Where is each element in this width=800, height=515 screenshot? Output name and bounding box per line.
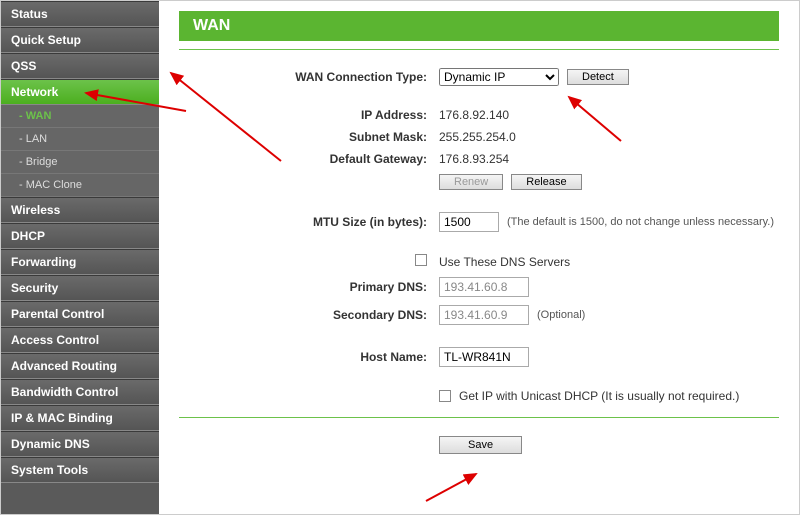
label-primary-dns: Primary DNS: <box>179 280 439 294</box>
label-wan-type: WAN Connection Type: <box>179 70 439 84</box>
label-gateway: Default Gateway: <box>179 152 439 166</box>
sidebar-item-advanced-routing[interactable]: Advanced Routing <box>1 353 159 379</box>
page-title: WAN <box>179 11 779 41</box>
unicast-dhcp-checkbox[interactable] <box>439 390 451 402</box>
save-button[interactable]: Save <box>439 436 522 454</box>
sidebar-item-bandwidth-control[interactable]: Bandwidth Control <box>1 379 159 405</box>
label-ip: IP Address: <box>179 108 439 122</box>
label-mask: Subnet Mask: <box>179 130 439 144</box>
sidebar-item-access-control[interactable]: Access Control <box>1 327 159 353</box>
label-hostname: Host Name: <box>179 350 439 364</box>
sidebar-subitem--wan[interactable]: - WAN <box>1 105 159 128</box>
release-button[interactable]: Release <box>511 174 581 190</box>
sidebar-item-qss[interactable]: QSS <box>1 53 159 79</box>
sidebar-item-dynamic-dns[interactable]: Dynamic DNS <box>1 431 159 457</box>
sidebar-item-quick-setup[interactable]: Quick Setup <box>1 27 159 53</box>
mtu-input[interactable] <box>439 212 499 232</box>
sidebar-item-system-tools[interactable]: System Tools <box>1 457 159 483</box>
value-ip: 176.8.92.140 <box>439 108 779 122</box>
use-dns-checkbox[interactable] <box>415 254 427 266</box>
sidebar-item-ip-mac-binding[interactable]: IP & MAC Binding <box>1 405 159 431</box>
sidebar-subitem--bridge[interactable]: - Bridge <box>1 151 159 174</box>
mtu-note: (The default is 1500, do not change unle… <box>507 216 774 228</box>
wan-connection-type-select[interactable]: Dynamic IP <box>439 68 559 86</box>
label-use-dns: Use These DNS Servers <box>439 255 779 269</box>
divider <box>179 417 779 418</box>
sidebar-item-status[interactable]: Status <box>1 1 159 27</box>
sidebar: StatusQuick SetupQSSNetwork- WAN- LAN- B… <box>1 1 159 514</box>
primary-dns-input[interactable] <box>439 277 529 297</box>
detect-button[interactable]: Detect <box>567 69 629 85</box>
label-mtu: MTU Size (in bytes): <box>179 215 439 229</box>
sidebar-item-forwarding[interactable]: Forwarding <box>1 249 159 275</box>
hostname-input[interactable] <box>439 347 529 367</box>
sidebar-subitem--lan[interactable]: - LAN <box>1 128 159 151</box>
sidebar-item-network[interactable]: Network <box>1 79 159 105</box>
secondary-dns-input[interactable] <box>439 305 529 325</box>
sidebar-item-dhcp[interactable]: DHCP <box>1 223 159 249</box>
renew-button[interactable]: Renew <box>439 174 503 190</box>
value-gateway: 176.8.93.254 <box>439 152 779 166</box>
label-unicast: Get IP with Unicast DHCP (It is usually … <box>459 389 739 403</box>
sidebar-item-parental-control[interactable]: Parental Control <box>1 301 159 327</box>
sidebar-item-security[interactable]: Security <box>1 275 159 301</box>
label-secondary-dns: Secondary DNS: <box>179 308 439 322</box>
secondary-dns-note: (Optional) <box>537 309 585 321</box>
value-mask: 255.255.254.0 <box>439 130 779 144</box>
main-panel: WAN WAN Connection Type: Dynamic IP Dete… <box>159 1 799 514</box>
divider <box>179 49 779 50</box>
sidebar-subitem--mac-clone[interactable]: - MAC Clone <box>1 174 159 197</box>
sidebar-item-wireless[interactable]: Wireless <box>1 197 159 223</box>
